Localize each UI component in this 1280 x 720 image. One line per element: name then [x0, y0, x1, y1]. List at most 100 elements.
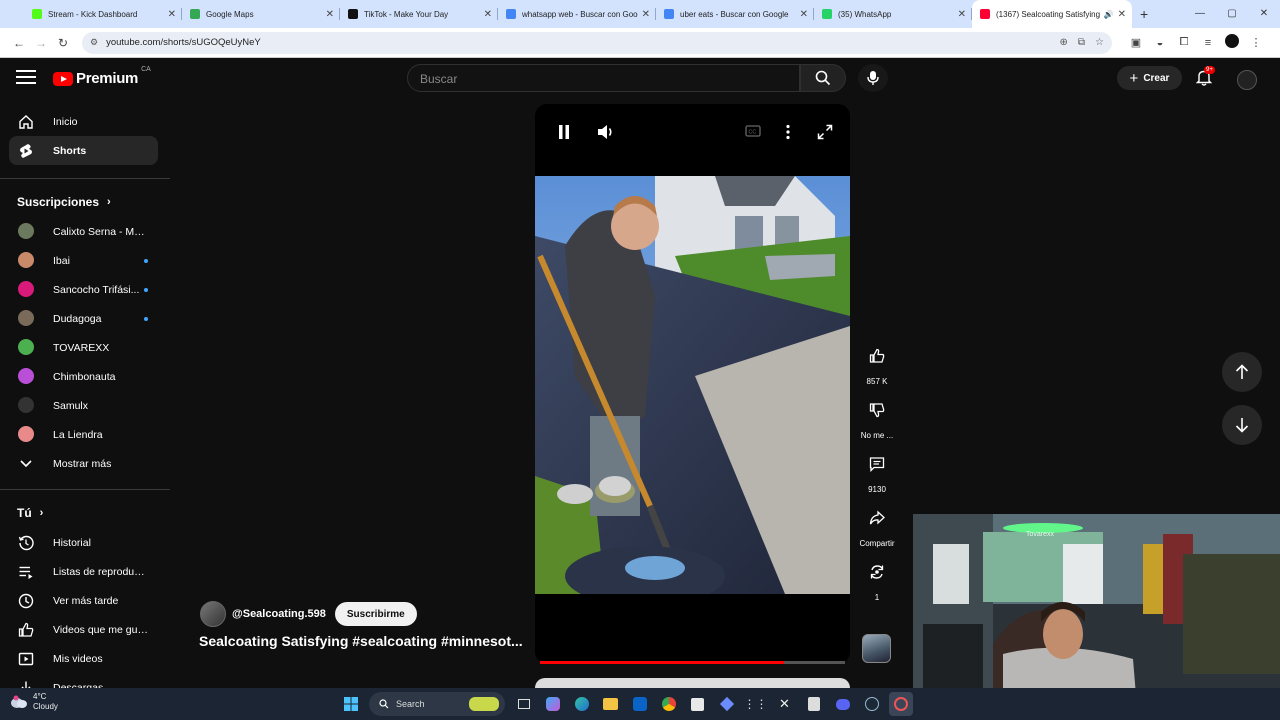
tab-close-icon[interactable]: ✕ [1118, 9, 1126, 20]
sidebar-item-my-videos[interactable]: Mis videos [9, 644, 158, 673]
maximize-button[interactable]: ▢ [1216, 0, 1248, 28]
volume-button[interactable] [597, 124, 615, 145]
tab-close-icon[interactable]: ✕ [800, 9, 808, 20]
weather-widget[interactable]: 4°C Cloudy [10, 692, 58, 712]
sidebar-item-shorts[interactable]: Shorts [9, 136, 158, 165]
browser-tab[interactable]: Stream - Kick Dashboard ✕ [24, 0, 182, 28]
close-window-button[interactable]: ✕ [1248, 0, 1280, 28]
new-tab-button[interactable]: + [1140, 6, 1148, 22]
search-input[interactable]: Buscar [407, 64, 800, 92]
previous-short-button[interactable] [1222, 352, 1262, 392]
sidebar-subscription[interactable]: La Liendra [9, 420, 158, 449]
channel-avatar[interactable] [200, 601, 226, 627]
notifications-button[interactable]: 9+ [1195, 66, 1215, 91]
tab-close-icon[interactable]: ✕ [958, 9, 966, 20]
edge-icon[interactable] [570, 692, 594, 716]
shorts-player[interactable]: CC [535, 104, 850, 664]
fullscreen-button[interactable] [817, 124, 833, 145]
task-view-icon[interactable] [512, 692, 536, 716]
browser-menu-icon[interactable]: ⋮ [1244, 36, 1268, 49]
steam-icon[interactable] [860, 692, 884, 716]
browser-tab[interactable]: Google Maps ✕ [182, 0, 340, 28]
dislike-button[interactable] [861, 394, 893, 426]
pause-button[interactable] [557, 124, 571, 145]
copilot-icon[interactable] [541, 692, 565, 716]
account-avatar[interactable] [1237, 70, 1257, 90]
video-progress-bar[interactable] [540, 661, 845, 664]
remix-button[interactable] [861, 556, 893, 588]
discord-icon[interactable] [831, 692, 855, 716]
channel-name[interactable]: @Sealcoating.598 [232, 608, 326, 620]
tab-close-icon[interactable]: ✕ [642, 9, 650, 20]
voice-search-button[interactable] [858, 64, 888, 92]
sidebar-subscription[interactable]: Samulx [9, 391, 158, 420]
sidebar-subscription[interactable]: Calixto Serna - Méx... [9, 217, 158, 246]
obs-icon[interactable] [888, 692, 913, 716]
subscribe-button[interactable]: Suscribirme [334, 602, 417, 626]
tab-audio-icon[interactable]: 🔊 [1104, 10, 1114, 19]
browser-tab[interactable]: TikTok - Make Your Day ✕ [340, 0, 498, 28]
notes-icon[interactable] [802, 692, 826, 716]
next-short-button[interactable] [1222, 405, 1262, 445]
sidebar-item-history[interactable]: Historial [9, 528, 158, 557]
media-control-icon[interactable]: ≡ [1196, 37, 1220, 49]
share-button[interactable] [861, 502, 893, 534]
captions-button[interactable]: CC [745, 124, 761, 143]
sidebar-subscription[interactable]: TOVAREXX [9, 333, 158, 362]
like-action: 857 K [856, 340, 898, 386]
tab-close-icon[interactable]: ✕ [168, 9, 176, 20]
comments-button[interactable] [861, 448, 893, 480]
create-button[interactable]: + Crear [1117, 66, 1182, 90]
bookmark-star-icon[interactable]: ☆ [1095, 37, 1104, 48]
sound-thumbnail[interactable] [862, 634, 891, 663]
sidebar-item-download[interactable]: Descargas [9, 673, 158, 688]
dislike-action: No me ... [856, 394, 898, 440]
zoom-icon[interactable]: ⊕ [1060, 37, 1068, 48]
browser-tab[interactable]: uber eats - Buscar con Google ✕ [656, 0, 814, 28]
video-frame[interactable] [535, 176, 850, 594]
sidebar-subscription[interactable]: Ibai [9, 246, 158, 275]
short-title[interactable]: Sealcoating Satisfying #sealcoating #min… [199, 633, 523, 649]
site-info-icon[interactable]: ⚙ [90, 37, 98, 48]
extension-2-icon[interactable]: ◒ [1148, 37, 1172, 49]
tab-close-icon[interactable]: ✕ [326, 9, 334, 20]
start-button[interactable] [339, 692, 363, 716]
you-header[interactable]: Tú › [17, 498, 158, 528]
sidebar-subscription[interactable]: Sancocho Trifási... [9, 275, 158, 304]
show-more-button[interactable]: Mostrar más [9, 449, 158, 478]
app-grid-icon[interactable]: ⋮⋮ [744, 692, 768, 716]
profile-icon[interactable] [1220, 34, 1244, 51]
reload-button[interactable]: ↻ [52, 36, 74, 50]
sidebar-subscription[interactable]: Dudagoga [9, 304, 158, 333]
tab-close-icon[interactable]: ✕ [484, 9, 492, 20]
like-button[interactable] [861, 340, 893, 372]
chrome-icon[interactable] [657, 692, 681, 716]
tab-title: Stream - Kick Dashboard [48, 9, 138, 19]
extensions-puzzle-icon[interactable]: ⧠ [1172, 36, 1196, 49]
browser-tab[interactable]: whatsapp web - Buscar con Google ✕ [498, 0, 656, 28]
search-button[interactable] [800, 64, 846, 92]
minimize-button[interactable]: — [1184, 0, 1216, 28]
extension-icon[interactable]: ▣ [1124, 36, 1148, 49]
sidebar-item-watch-later[interactable]: Ver más tarde [9, 586, 158, 615]
store-icon[interactable] [686, 692, 710, 716]
browser-tab[interactable]: (1367) Sealcoating Satisfying 🔊 ✕ [972, 0, 1132, 28]
forward-button[interactable]: → [30, 36, 52, 50]
address-bar[interactable]: ⚙ youtube.com/shorts/sUGOQeUyNeY ⊕ ⧉ ☆ [82, 31, 1112, 54]
taskbar-search[interactable]: Search [369, 692, 505, 716]
youtube-premium-logo[interactable]: Premium CA [53, 66, 151, 87]
install-app-icon[interactable]: ⧉ [1078, 37, 1085, 48]
back-button[interactable]: ← [8, 36, 30, 50]
more-options-button[interactable] [785, 124, 791, 145]
sidebar-item-inicio[interactable]: Inicio [9, 107, 158, 136]
app-diamond-icon[interactable] [715, 692, 739, 716]
capcut-icon[interactable]: ✕ [773, 692, 797, 716]
outlook-icon[interactable] [628, 692, 652, 716]
sidebar-subscription[interactable]: Chimbonauta [9, 362, 158, 391]
sidebar-item-like[interactable]: Videos que me gustan [9, 615, 158, 644]
guide-menu-icon[interactable] [16, 70, 36, 88]
browser-tab[interactable]: (35) WhatsApp ✕ [814, 0, 972, 28]
subscriptions-header[interactable]: Suscripciones › [17, 187, 158, 217]
sidebar-item-playlists[interactable]: Listas de reproducción [9, 557, 158, 586]
file-explorer-icon[interactable] [599, 692, 623, 716]
